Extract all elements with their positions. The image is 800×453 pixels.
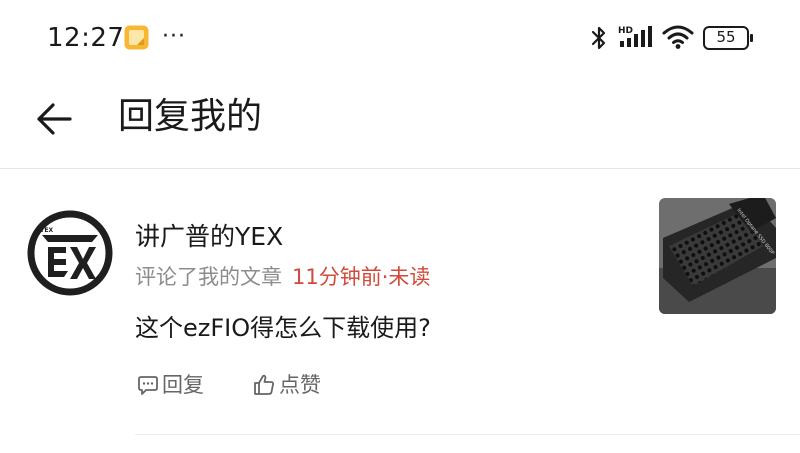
reply-label: 回复 [162,373,204,397]
bluetooth-icon [591,26,606,50]
reply-button[interactable]: 回复 [137,369,204,401]
status-bar: 12:27 ··· HD 55 [0,0,800,76]
comment-content[interactable]: 这个ezFIO得怎么下载使用? [135,309,431,347]
commenter-username[interactable]: 讲广普的YEX [135,219,283,255]
action-description: 评论了我的文章 [135,265,282,289]
comment-time: 11分钟前 [292,265,382,289]
page-header: 回复我的 [0,76,800,169]
item-divider [135,434,800,435]
comment-meta: 评论了我的文章 11分钟前·未读 [135,261,430,293]
user-avatar[interactable]: YEX [26,209,114,297]
more-notifications-icon: ··· [162,24,186,49]
like-button[interactable]: 点赞 [252,369,321,401]
battery-level: 55 [716,28,736,46]
back-button[interactable] [26,90,84,148]
status-time: 12:27 [47,23,125,53]
thumbs-up-icon [254,374,274,395]
arrow-left-icon [37,103,72,135]
page-title: 回复我的 [118,96,263,137]
comment-bubble-icon [138,376,158,395]
avatar-logo-text: YEX [39,227,53,234]
comment-actions: 回复 点赞 [137,367,321,403]
unread-status: 未读 [388,265,431,289]
like-label: 点赞 [279,373,321,397]
article-thumbnail[interactable]: Intel Optane SSD 800P [659,198,776,314]
network-badge: HD [618,26,633,36]
signal-icon: HD [618,26,652,47]
notes-app-icon [124,25,149,50]
reply-notification-item[interactable]: YEX 讲广普的YEX 评论了我的文章 11分钟前·未读 这个ezFIO得怎么下载… [0,169,800,453]
wifi-icon [662,25,694,49]
